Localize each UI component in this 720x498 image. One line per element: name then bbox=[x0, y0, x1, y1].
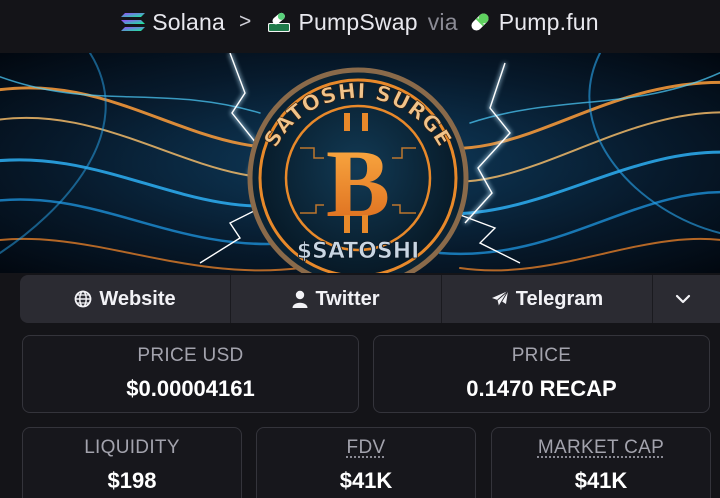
globe-icon bbox=[74, 290, 92, 308]
breadcrumb: Solana > PumpSwap via Pump.fun bbox=[0, 0, 720, 44]
coin-symbol: B bbox=[326, 130, 390, 237]
solana-icon bbox=[121, 13, 146, 31]
market-cap-value: $41K bbox=[574, 468, 628, 493]
chevron-down-icon bbox=[675, 294, 691, 304]
liquidity-card: LIQUIDITY $198 bbox=[22, 427, 242, 498]
twitter-button[interactable]: Twitter bbox=[231, 275, 442, 323]
via-text: via bbox=[427, 8, 458, 35]
fdv-card: FDV $41K bbox=[256, 427, 476, 498]
paper-plane-icon bbox=[491, 290, 509, 307]
dex-link[interactable]: PumpSwap bbox=[266, 9, 418, 36]
market-cap-card: MARKET CAP $41K bbox=[491, 427, 711, 498]
banner-ticker: $SATOSHI bbox=[297, 239, 420, 264]
more-links-button[interactable] bbox=[653, 275, 720, 323]
launchpad-link[interactable]: Pump.fun bbox=[468, 9, 599, 36]
fdv-label[interactable]: FDV bbox=[257, 437, 475, 459]
telegram-label: Telegram bbox=[515, 287, 604, 310]
twitter-label: Twitter bbox=[315, 287, 380, 310]
banner-image: B SATOSHI SURGE $SATOSHI bbox=[0, 53, 720, 273]
price-usd-card: PRICE USD $0.00004161 bbox=[22, 335, 359, 413]
price-value: 0.1470 RECAP bbox=[466, 376, 617, 401]
liquidity-label: LIQUIDITY bbox=[84, 437, 180, 458]
price-usd-value: $0.00004161 bbox=[126, 376, 255, 401]
liquidity-value: $198 bbox=[107, 468, 157, 493]
telegram-button[interactable]: Telegram bbox=[442, 275, 653, 323]
pumpswap-icon bbox=[267, 12, 290, 32]
social-links-bar: Website Twitter Telegram bbox=[20, 275, 720, 323]
chain-name: Solana bbox=[152, 8, 226, 35]
launchpad-name: Pump.fun bbox=[498, 8, 599, 35]
user-icon bbox=[292, 290, 308, 308]
breadcrumb-separator: > bbox=[239, 10, 252, 33]
chain-link[interactable]: Solana bbox=[121, 9, 225, 36]
price-card: PRICE 0.1470 RECAP bbox=[373, 335, 710, 413]
coin-emblem: B SATOSHI SURGE $SATOSHI bbox=[247, 67, 469, 273]
price-usd-label: PRICE USD bbox=[137, 345, 244, 366]
website-label: Website bbox=[99, 287, 176, 310]
market-cap-label[interactable]: MARKET CAP bbox=[492, 437, 710, 459]
fdv-value: $41K bbox=[339, 468, 393, 493]
website-button[interactable]: Website bbox=[20, 275, 231, 323]
token-banner: B SATOSHI SURGE $SATOSHI bbox=[0, 53, 720, 273]
dex-name: PumpSwap bbox=[298, 8, 418, 35]
price-label: PRICE bbox=[511, 345, 572, 366]
pill-icon bbox=[471, 13, 489, 31]
